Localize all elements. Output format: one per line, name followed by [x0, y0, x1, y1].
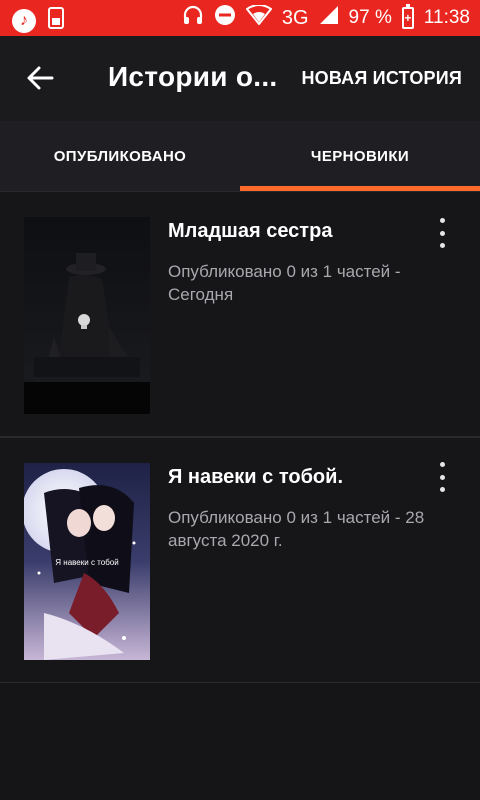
headphones-icon: [182, 4, 204, 32]
battery-percent: 97 %: [348, 7, 392, 28]
music-icon: ♪: [12, 8, 36, 33]
sim-card-icon: [46, 6, 66, 35]
tab-drafts[interactable]: ЧЕРНОВИКИ: [240, 121, 480, 191]
page-title: Истории о...: [108, 61, 278, 92]
story-cover-image: Я навеки с тобой: [24, 463, 150, 660]
app-toolbar: Истории о... НОВАЯ ИСТОРИЯ: [0, 36, 480, 121]
wifi-icon: [245, 4, 273, 31]
tab-published[interactable]: ОПУБЛИКОВАНО: [0, 121, 240, 191]
story-title: Младшая сестра: [168, 220, 333, 242]
cover-text: Я навеки с тобой: [55, 558, 118, 567]
arrow-left-icon: [27, 66, 54, 90]
story-meta: Опубликовано 0 из 1 частей - Сегодня: [168, 262, 401, 304]
signal-icon: [319, 5, 339, 31]
network-type: 3G: [281, 6, 309, 29]
new-story-button[interactable]: НОВАЯ ИСТОРИЯ: [301, 68, 462, 89]
back-button[interactable]: [18, 56, 62, 100]
tab-bar: ОПУБЛИКОВАНО ЧЕРНОВИКИ: [0, 121, 480, 191]
do-not-disturb-icon: [214, 4, 236, 32]
status-bar: ♪ 3G 97 % + 11:38: [0, 0, 480, 36]
story-meta: Опубликовано 0 из 1 частей - 28 августа …: [168, 508, 425, 550]
clock: 11:38: [423, 7, 470, 28]
more-options-icon[interactable]: [432, 462, 452, 492]
story-cover-image: [24, 217, 150, 414]
more-options-icon[interactable]: [432, 218, 452, 248]
battery-charging-icon: +: [401, 4, 414, 29]
story-card[interactable]: Младшая сестра Опубликовано 0 из 1 часте…: [0, 191, 480, 437]
story-title: Я навеки с тобой.: [168, 466, 343, 488]
story-card[interactable]: Я навеки с тобой Я навеки с тобой. Опубл…: [0, 437, 480, 683]
